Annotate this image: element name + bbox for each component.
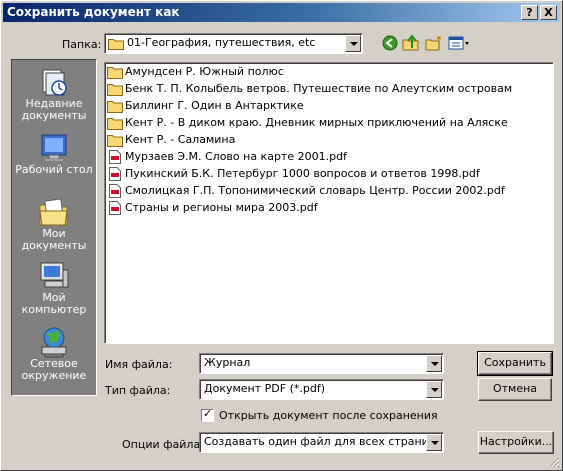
file-options-dropdown-arrow[interactable] — [426, 434, 442, 451]
folder-icon — [107, 67, 123, 79]
file-name: Кент Р. - В диком краю. Дневник мирных п… — [125, 116, 508, 129]
folder-icon — [108, 39, 124, 50]
check-mark-icon: ✓ — [203, 407, 213, 420]
place-my-documents[interactable]: Мои документы — [12, 196, 96, 252]
folder-icon — [107, 84, 123, 96]
recent-documents-icon — [42, 69, 67, 96]
filetype-label: Тип файла: — [105, 384, 171, 397]
save-button[interactable]: Сохранить — [477, 351, 553, 376]
my-computer-icon — [40, 262, 69, 288]
close-button[interactable]: X — [540, 5, 557, 20]
up-folder-icon[interactable] — [402, 35, 420, 51]
file-name: Смолицкая Г.П. Топонимический словарь Це… — [125, 184, 505, 197]
folder-value: 01-География, путешествия, etc — [127, 36, 316, 49]
file-name: Пукинский Б.К. Петербург 1000 вопросов и… — [125, 167, 480, 180]
new-folder-icon[interactable] — [425, 35, 443, 51]
folder-dropdown-arrow[interactable] — [345, 35, 361, 52]
back-arrow-icon[interactable] — [381, 35, 399, 51]
file-name: Мурзаев Э.М. Слово на карте 2001.pdf — [125, 150, 347, 163]
filename-value: Журнал — [204, 356, 251, 369]
filetype-combo[interactable]: Документ PDF (*.pdf) — [199, 379, 444, 400]
folder-icon — [107, 118, 123, 130]
place-label-line2: компьютер — [21, 303, 87, 316]
file-name: Страны и регионы мира 2003.pdf — [125, 201, 318, 214]
folder-label: Папка: — [62, 38, 102, 51]
filetype-dropdown-arrow[interactable] — [426, 381, 442, 398]
network-icon — [41, 327, 67, 358]
file-options-combo[interactable]: Создавать один файл для всех страниц — [199, 432, 444, 453]
pdf-file-icon — [109, 150, 121, 164]
window-title: Сохранить документ как — [7, 5, 180, 19]
place-my-computer[interactable]: Мой компьютер — [12, 260, 96, 316]
file-name: Бенк Т. П. Колыбель ветров. Путешествие … — [125, 82, 513, 95]
file-options-label: Опции файла: — [122, 438, 204, 451]
pdf-file-icon — [109, 167, 121, 181]
cancel-button[interactable]: Отмена — [478, 378, 552, 401]
place-label-line2: окружение — [21, 369, 87, 382]
pdf-file-icon — [109, 184, 121, 198]
file-options-value: Создавать один файл для всех страниц — [204, 435, 437, 448]
filename-label: Имя файла: — [105, 358, 173, 371]
filename-dropdown-arrow[interactable] — [426, 355, 442, 372]
file-name: Биллинг Г. Один в Антарктике — [125, 99, 304, 112]
help-button[interactable]: ? — [521, 5, 538, 20]
resize-grip-icon[interactable] — [548, 456, 560, 468]
open-after-save-checkbox[interactable]: ✓ — [201, 407, 214, 422]
place-label-line1: Рабочий стол — [15, 163, 93, 176]
file-name: Амундсен Р. Южный полюс — [125, 65, 284, 78]
places-bar: Недавние документы Рабочий стол Мои доку… — [11, 59, 97, 396]
place-label-line2: документы — [21, 239, 87, 252]
save-dialog: Сохранить документ как ? X Папка: 01-Гео… — [0, 0, 563, 471]
file-list[interactable]: Амундсен Р. Южный полюс Бенк Т. П. Колыб… — [104, 62, 554, 344]
open-after-save-label[interactable]: Открыть документ после сохранения — [219, 409, 438, 422]
settings-button[interactable]: Настройки... — [478, 431, 554, 454]
place-desktop[interactable]: Рабочий стол — [12, 132, 96, 176]
folder-combo[interactable]: 01-География, путешествия, etc — [104, 33, 363, 54]
filetype-value: Документ PDF (*.pdf) — [204, 382, 325, 395]
place-recent-documents[interactable]: Недавние документы — [12, 66, 96, 122]
pdf-file-icon — [109, 201, 121, 215]
place-network[interactable]: Сетевое окружение — [12, 326, 96, 382]
folder-icon — [107, 135, 123, 147]
desktop-icon — [41, 134, 67, 161]
title-bar[interactable]: Сохранить документ как ? X — [3, 3, 560, 22]
folder-icon — [107, 101, 123, 113]
my-documents-icon — [39, 198, 68, 226]
place-label-line2: документы — [21, 109, 87, 122]
filename-combo[interactable]: Журнал — [199, 353, 444, 374]
view-menu-icon[interactable] — [448, 35, 472, 51]
file-name: Кент Р. - Саламина — [125, 133, 236, 146]
